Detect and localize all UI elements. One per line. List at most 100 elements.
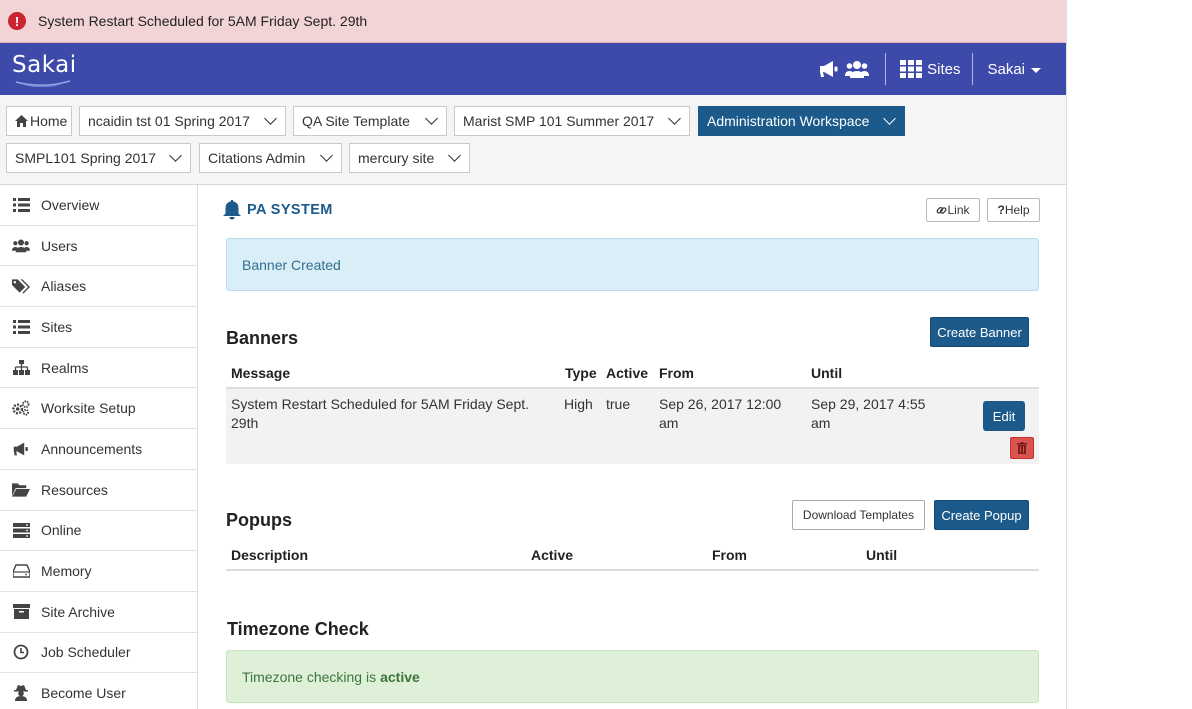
hdd-icon [12, 562, 30, 580]
sidebar-item-users[interactable]: Users [0, 226, 197, 267]
tab-site-active[interactable]: Administration Workspace [698, 106, 905, 136]
popups-column-header: Description [231, 547, 309, 563]
tab-label: Citations Admin [208, 150, 306, 166]
system-alert-message: System Restart Scheduled for 5AM Friday … [38, 13, 368, 29]
tab-site[interactable]: SMPL101 Spring 2017 [6, 143, 191, 173]
timezone-heading: Timezone Check [227, 619, 369, 639]
site-tabs-bar: Home ncaidin tst 01 Spring 2017 QA Site … [0, 95, 1066, 185]
banner-message: System Restart Scheduled for 5AM Friday … [231, 396, 530, 431]
users-icon[interactable] [845, 57, 870, 81]
tab-label: mercury site [358, 150, 435, 166]
tab-home-label: Home [30, 113, 68, 129]
sidebar-item-label: Site Archive [41, 603, 115, 620]
sites-button[interactable]: Sites [900, 60, 960, 78]
help-button[interactable]: ? Help [987, 198, 1040, 222]
sidebar-item-sites[interactable]: Sites [0, 307, 197, 348]
sidebar-item-label: Worksite Setup [41, 400, 136, 417]
tab-label: Marist SMP 101 Summer 2017 [463, 113, 655, 129]
folder-open-icon [12, 481, 30, 499]
help-label: Help [1004, 203, 1030, 217]
sidebar-item-aliases[interactable]: Aliases [0, 266, 197, 308]
question-icon: ? [997, 203, 1005, 217]
users-icon [12, 237, 30, 255]
tab-label: QA Site Template [302, 113, 410, 129]
banners-column-header: Until [811, 365, 843, 381]
grid-icon [900, 60, 923, 78]
chevron-down-icon[interactable] [448, 149, 461, 162]
nav-divider [972, 53, 974, 85]
sidebar-item-label: Online [41, 522, 82, 539]
bullhorn-icon[interactable] [817, 57, 841, 81]
tab-site[interactable]: Marist SMP 101 Summer 2017 [454, 106, 690, 136]
tab-site[interactable]: Citations Admin [199, 143, 342, 173]
chevron-down-icon[interactable] [883, 112, 896, 125]
link-label: Link [947, 203, 970, 217]
chevron-down-icon[interactable] [668, 112, 681, 125]
download-templates-button[interactable]: Download Templates [792, 500, 925, 530]
user-secret-icon [12, 684, 30, 702]
sidebar-item-label: Memory [41, 563, 92, 580]
banners-column-header: Type [565, 365, 597, 381]
create-popup-button[interactable]: Create Popup [934, 500, 1029, 530]
chevron-down-icon[interactable] [320, 149, 333, 162]
banners-column-header: From [659, 365, 694, 381]
timezone-status: active [380, 668, 420, 685]
sidebar-item-become-user[interactable]: Become User [0, 673, 197, 709]
tool-title-text: PA SYSTEM [247, 201, 333, 218]
info-alert: Banner Created [226, 238, 1039, 291]
sidebar-item-announcements[interactable]: Announcements [0, 429, 197, 470]
popups-column-header: Active [531, 547, 574, 563]
sites-label: Sites [927, 60, 961, 78]
list-icon [12, 318, 30, 336]
chevron-down-icon[interactable] [169, 149, 182, 162]
sidebar-item-online[interactable]: Online [0, 511, 197, 552]
sidebar-item-label: Sites [41, 318, 73, 335]
link-icon [937, 206, 947, 214]
tab-site[interactable]: ncaidin tst 01 Spring 2017 [79, 106, 286, 136]
tab-home[interactable]: Home [6, 106, 72, 136]
user-menu-button[interactable]: Sakai [987, 61, 1041, 78]
banners-column-header: Message [231, 365, 291, 381]
sidebar-item-job-scheduler[interactable]: Job Scheduler [0, 633, 197, 674]
tool-title: PA SYSTEM [222, 199, 333, 220]
bell-icon [223, 200, 241, 220]
sidebar-item-site-archive[interactable]: Site Archive [0, 592, 197, 633]
list-icon [12, 196, 30, 214]
sidebar-item-memory[interactable]: Memory [0, 551, 197, 592]
sidebar-item-realms[interactable]: Realms [0, 348, 197, 389]
bullhorn-icon [12, 440, 30, 458]
tab-site[interactable]: QA Site Template [293, 106, 447, 136]
info-alert-message: Banner Created [242, 256, 341, 273]
edit-banner-button[interactable]: Edit [983, 401, 1025, 431]
popups-column-header: From [712, 547, 747, 563]
tool-sidebar: Overview Users Aliases Sites Realms Work… [0, 185, 198, 709]
clock-icon [12, 643, 30, 661]
chevron-down-icon[interactable] [425, 112, 438, 125]
sidebar-item-label: Users [41, 237, 78, 254]
server-icon [12, 521, 30, 539]
link-button[interactable]: Link [926, 198, 980, 222]
create-banner-button[interactable]: Create Banner [930, 317, 1029, 347]
chevron-down-icon[interactable] [264, 112, 277, 125]
tab-site[interactable]: mercury site [349, 143, 470, 173]
exclamation-circle-icon: ! [8, 12, 26, 30]
table-header-divider [226, 569, 1039, 571]
sidebar-item-overview[interactable]: Overview [0, 185, 197, 226]
sidebar-item-worksite-setup[interactable]: Worksite Setup [0, 388, 197, 430]
popups-heading: Popups [226, 510, 292, 530]
sakai-logo[interactable]: Sakai [12, 51, 77, 87]
timezone-message: Timezone checking is [242, 668, 377, 685]
sidebar-item-label: Resources [41, 481, 108, 498]
logo-text: Sakai [12, 52, 77, 78]
tags-icon [12, 277, 30, 295]
sidebar-item-label: Realms [41, 359, 89, 376]
app-window: ! System Restart Scheduled for 5AM Frida… [0, 0, 1067, 709]
banners-heading: Banners [226, 328, 299, 348]
sidebar-item-label: Become User [41, 685, 126, 702]
sidebar-item-resources[interactable]: Resources [0, 470, 197, 511]
sidebar-item-label: Announcements [41, 440, 143, 457]
table-row: System Restart Scheduled for 5AM Friday … [226, 389, 1039, 464]
sitemap-icon [12, 359, 30, 377]
tab-label: Administration Workspace [707, 113, 870, 129]
delete-banner-button[interactable] [1010, 437, 1034, 459]
